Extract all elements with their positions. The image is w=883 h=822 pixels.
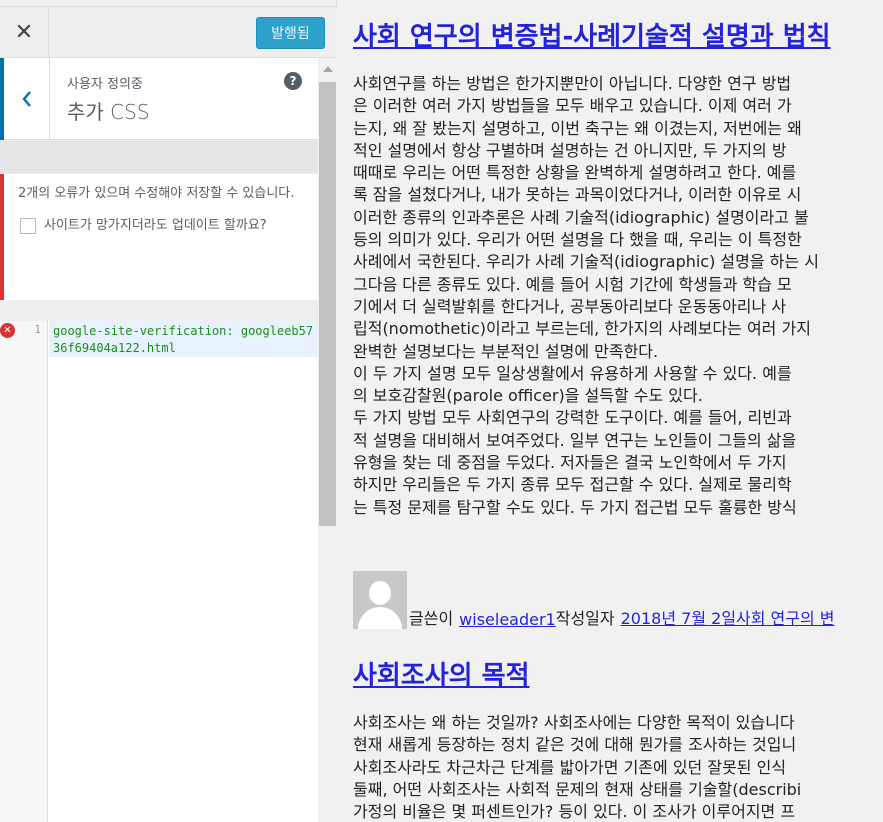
customizer-panel: ✕ 발행됨 사용자 정의중 추가 CSS ? 2개의 오류가 있으며 수정해야 … [0, 0, 337, 822]
paragraph-line: 때때로 우리는 어떤 특정한 상황을 완벽하게 설명하려고 한다. 예를 [353, 163, 797, 183]
error-notice-message: 2개의 오류가 있으며 수정해야 저장할 수 있습니다. [18, 186, 295, 201]
paragraph-line: 이러한 종류의 인과추론은 사례 기술적(idiographic) 설명이라고 … [353, 207, 809, 227]
paragraph-line: 사례에서 국한된다. 우리가 사례 기술적(idiographic) 설명을 하… [353, 252, 819, 272]
paragraph-line: 는지, 왜 잘 봤는지 설명하고, 이번 축구는 왜 이겼는지, 저번에는 왜 [353, 118, 802, 138]
publish-button[interactable]: 발행됨 [256, 17, 325, 49]
post-title-link[interactable]: 사회 연구의 변증법-사례기술적 설명과 법칙 [353, 16, 831, 53]
paragraph-line: 의 보호감찰원(parole officer)을 설득할 수도 있다. [353, 386, 703, 406]
help-icon[interactable]: ? [284, 72, 302, 90]
chevron-left-icon [21, 91, 31, 107]
post-meta: 글쓴이 wiseleader1 작성일자 2018년 7월 2일사회 연구의 변 [353, 571, 835, 629]
panel-scroll-area: 사용자 정의중 추가 CSS ? 2개의 오류가 있으며 수정해야 저장할 수 … [0, 58, 318, 822]
paragraph-line: 그다음 다른 종류도 있다. 예를 들어 시험 기간에 학생들과 학습 모 [353, 274, 792, 294]
section-title: 추가 CSS [67, 100, 150, 124]
paragraph-line: 사회조사라도 차근차근 단계를 밟아가면 기존에 있던 잘못된 인식 [353, 757, 787, 777]
paragraph-line: 두 가지 방법 모두 사회연구의 강력한 도구이다. 예를 들어, 리빈과 [353, 408, 792, 428]
paragraph-line: 사회연구를 하는 방법은 한가지뿐만이 아닙니다. 다양한 연구 방법 [353, 74, 792, 93]
error-icon[interactable]: ✕ [0, 323, 15, 338]
post-excerpt: 사회조사는 왜 하는 것일까? 사회조사에는 다양한 목적이 있습니다현재 새롭… [353, 712, 883, 822]
post-excerpt: 사회연구를 하는 방법은 한가지뿐만이 아닙니다. 다양한 연구 방법은 이러한… [353, 73, 883, 519]
paragraph-line: 사회조사는 왜 하는 것일까? 사회조사에는 다양한 목적이 있습니다 [353, 713, 795, 732]
code-line[interactable]: google-site-verification: googleeb5736f6… [49, 321, 318, 357]
meta-by-label: 글쓴이 [409, 609, 454, 628]
close-icon: ✕ [14, 20, 34, 45]
paragraph-line: 록 잠을 설쳤다거나, 내가 못하는 과목이었다거나, 이러한 이유로 시 [353, 185, 802, 205]
close-button[interactable]: ✕ [0, 7, 49, 58]
site-preview: 사회 연구의 변증법-사례기술적 설명과 법칙 사회연구를 하는 방법은 한가지… [337, 0, 883, 822]
section-divider [0, 141, 318, 173]
paragraph-line: 은 이러한 여러 가지 방법들을 모두 배우고 있습니다. 이제 여러 가 [353, 96, 792, 116]
paragraph-line: 가정의 비율은 몇 퍼센트인가? 등이 있다. 이 조사가 이루어지면 프 [353, 802, 796, 822]
paragraph-line: 적 설명을 대비해서 보여주었다. 일부 연구는 노인들이 그들의 삶을 [353, 430, 797, 450]
update-anyway-label: 사이트가 망가지더라도 업데이트 할까요? [44, 218, 267, 233]
paragraph-line: 완벽한 설명보다는 부분적인 설명에 만족한다. [353, 341, 659, 361]
paragraph-line: 기에서 더 실력발휘를 한다거나, 공부동아리보다 운동동아리나 사 [353, 296, 787, 316]
meta-written-label: 작성일자 [555, 609, 615, 628]
paragraph-line: 등의 의미가 있다. 우리가 어떤 설명을 다 했을 때, 우리는 이 특정한 [353, 230, 802, 250]
paragraph-line: 유형을 찾는 데 중점을 두었다. 저자들은 결국 노인학에서 두 가지 [353, 453, 787, 473]
line-number: 1 [34, 323, 41, 336]
post-date-link[interactable]: 2018년 7월 2일사회 연구의 변 [621, 605, 835, 629]
paragraph-line: 적인 설명에서 항상 구별하며 설명하는 건 아니지만, 두 가지의 방 [353, 140, 787, 160]
scroll-up-arrow-icon[interactable] [323, 66, 333, 72]
paragraph-line: 하지만 우리들은 두 가지 종류 모두 접근할 수 있다. 실제로 물리학 [353, 475, 792, 495]
paragraph-line: 이 두 가지 설명 모두 일상생활에서 유용하게 사용할 수 있다. 예를 [353, 363, 792, 383]
section-header: 사용자 정의중 추가 CSS ? [0, 58, 318, 140]
customizer-header: ✕ 발행됨 [0, 6, 337, 58]
update-anyway-option[interactable]: 사이트가 망가지더라도 업데이트 할까요? [18, 214, 304, 238]
paragraph-line: 립적(nomothetic)이라고 부르는데, 한가지의 사례보다는 여러 가지 [353, 319, 811, 339]
css-code-editor[interactable]: ✕ 1 google-site-verification: googleeb57… [0, 321, 318, 822]
post-title-link[interactable]: 사회조사의 목적 [353, 655, 530, 692]
scrollbar-thumb[interactable] [319, 82, 336, 526]
panel-scrollbar[interactable] [318, 58, 337, 822]
author-link[interactable]: wiseleader1 [459, 610, 556, 629]
paragraph-line: 는 특정 문제를 탐구할 수도 있다. 두 가지 접근법 모두 훌륭한 방식 [353, 497, 797, 517]
update-anyway-checkbox[interactable] [20, 218, 36, 234]
avatar [353, 571, 407, 629]
error-notice: 2개의 오류가 있으며 수정해야 저장할 수 있습니다. 사이트가 망가지더라도… [0, 174, 318, 300]
paragraph-line: 현재 새롭게 등장하는 정치 같은 것에 대해 뭔가를 조사하는 것입니 [353, 735, 797, 755]
paragraph-line: 둘째, 어떤 사회조사는 사회적 문제의 현재 상태를 기술할(describi [353, 779, 802, 799]
back-button[interactable] [0, 58, 50, 140]
breadcrumb: 사용자 정의중 [67, 77, 143, 92]
editor-gutter: ✕ 1 [0, 321, 48, 822]
